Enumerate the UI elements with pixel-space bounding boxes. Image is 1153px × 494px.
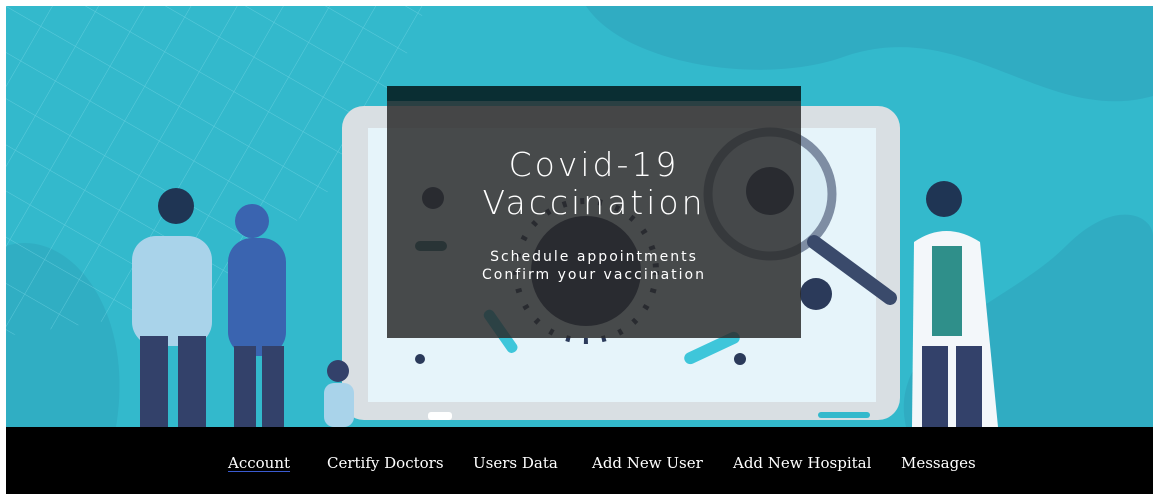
nav-item-add-new-hospital[interactable]: Add New Hospital xyxy=(733,454,871,472)
virus-dot-icon xyxy=(415,354,425,364)
virus-medium-icon xyxy=(800,278,832,310)
nav-item-add-new-user[interactable]: Add New User xyxy=(592,454,703,472)
hero-subtitle-line-1: Schedule appointments xyxy=(490,249,698,265)
hero-subtitle: Schedule appointments Confirm your vacci… xyxy=(387,248,801,284)
hero-title-line-1: Covid-19 xyxy=(508,145,680,184)
hero-title: Covid-19 Vaccination xyxy=(387,146,801,222)
hero-title-panel: Covid-19 Vaccination Schedule appointmen… xyxy=(387,86,801,338)
monitor-indicator xyxy=(818,412,870,418)
nav-item-messages[interactable]: Messages xyxy=(901,454,976,472)
nav-item-users-data[interactable]: Users Data xyxy=(473,454,558,472)
hero-banner: Covid-19 Vaccination Schedule appointmen… xyxy=(6,6,1153,427)
monitor-button xyxy=(428,412,452,420)
virus-dot-icon xyxy=(734,353,746,365)
hero-subtitle-line-2: Confirm your vaccination xyxy=(482,267,706,283)
main-nav: Account Certify Doctors Users Data Add N… xyxy=(6,427,1153,494)
hero-title-line-2: Vaccination xyxy=(482,183,706,222)
page-frame: Covid-19 Vaccination Schedule appointmen… xyxy=(6,6,1153,494)
nav-item-account[interactable]: Account xyxy=(228,454,290,472)
nav-item-certify-doctors[interactable]: Certify Doctors xyxy=(327,454,444,472)
